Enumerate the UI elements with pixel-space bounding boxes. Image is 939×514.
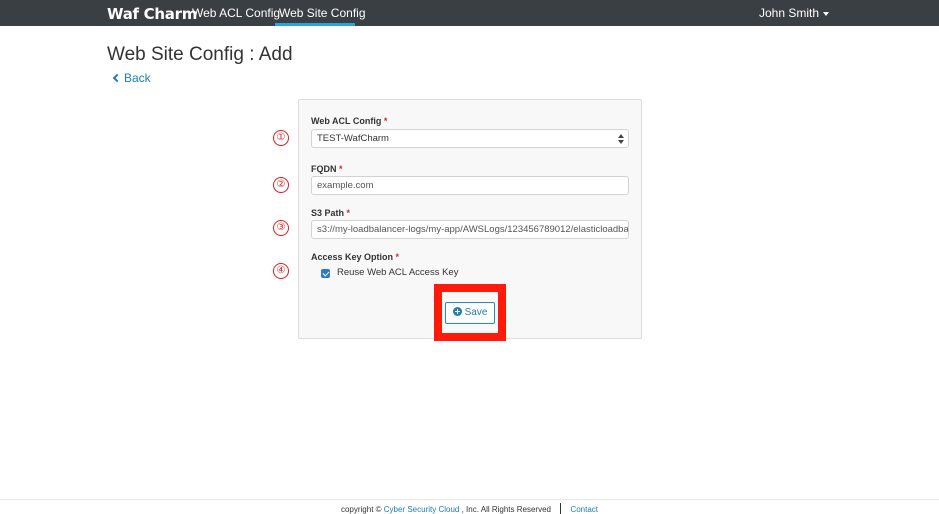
fqdn-placeholder: example.com xyxy=(317,180,374,191)
back-label: Back xyxy=(124,71,151,85)
footer-separator xyxy=(560,503,562,514)
fqdn-label-text: FQDN xyxy=(311,164,337,174)
required-mark: * xyxy=(346,208,351,218)
web-acl-config-label: Web ACL Config * xyxy=(311,116,387,126)
marker-2: ② xyxy=(273,177,289,193)
web-acl-config-value: TEST-WafCharm xyxy=(317,133,389,144)
company-link[interactable]: Cyber Security Cloud xyxy=(384,505,460,514)
wafcharm-logo[interactable]: Waf Charm xyxy=(107,4,197,24)
access-key-option-label: Access Key Option * xyxy=(311,252,399,262)
top-navbar: Waf Charm Web ACL Config Web Site Config… xyxy=(0,0,939,26)
contact-link[interactable]: Contact xyxy=(570,505,598,514)
s3-path-value: s3://my-loadbalancer-logs/my-app/AWSLogs… xyxy=(317,224,629,235)
page-title: Web Site Config : Add xyxy=(107,44,293,65)
s3-path-input[interactable]: s3://my-loadbalancer-logs/my-app/AWSLogs… xyxy=(311,220,629,239)
select-arrows-icon xyxy=(618,134,624,144)
reuse-access-key-label[interactable]: Reuse Web ACL Access Key xyxy=(337,267,458,278)
footer: copyright © Cyber Security Cloud , Inc. … xyxy=(0,503,939,514)
reuse-access-key-checkbox[interactable] xyxy=(321,269,330,278)
required-mark: * xyxy=(395,252,400,262)
caret-down-icon xyxy=(823,11,829,16)
user-name: John Smith xyxy=(758,6,819,20)
fqdn-input[interactable]: example.com xyxy=(311,176,629,195)
copyright-suffix: , Inc. All Rights Reserved xyxy=(461,505,551,514)
nav-web-acl-config[interactable]: Web ACL Config xyxy=(192,0,280,26)
footer-divider xyxy=(0,499,939,500)
save-button[interactable]: Save xyxy=(445,302,495,324)
access-key-option-label-text: Access Key Option xyxy=(311,252,394,262)
nav-active-indicator xyxy=(275,23,355,26)
back-link[interactable]: Back xyxy=(112,71,151,85)
marker-1: ① xyxy=(273,130,289,146)
plus-circle-icon xyxy=(452,307,462,316)
required-mark: * xyxy=(339,164,343,174)
copyright-prefix: copyright © xyxy=(340,505,382,514)
chevron-left-icon xyxy=(112,73,122,83)
s3-path-label-text: S3 Path xyxy=(311,208,345,218)
marker-4: ④ xyxy=(273,263,289,279)
web-acl-config-label-text: Web ACL Config xyxy=(311,116,382,126)
s3-path-label: S3 Path * xyxy=(311,208,350,218)
required-mark: * xyxy=(383,116,388,126)
save-label: Save xyxy=(464,307,488,318)
marker-3: ③ xyxy=(273,220,289,236)
user-menu[interactable]: John Smith xyxy=(759,0,829,26)
web-acl-config-select[interactable]: TEST-WafCharm xyxy=(311,129,629,148)
fqdn-label: FQDN * xyxy=(311,164,343,174)
